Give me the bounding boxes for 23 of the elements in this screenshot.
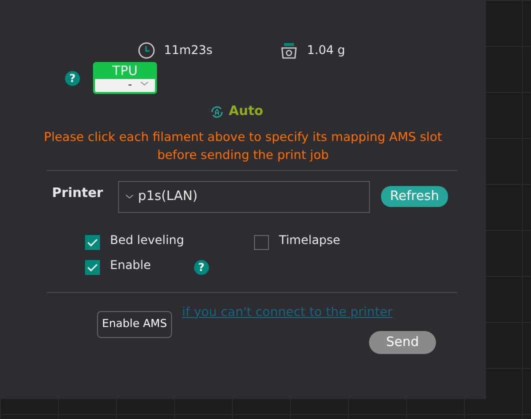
- filament-weight: 1.04 g: [307, 42, 346, 59]
- auto-mapping-icon: [208, 104, 225, 120]
- clock-icon: [138, 42, 155, 58]
- auto-mapping-label: Auto: [228, 103, 264, 121]
- option-label: Timelapse: [279, 232, 340, 249]
- warning-message: Please click each filament above to specify its mapping AMS slot before sending the print job: [42, 128, 444, 164]
- printer-label: Printer: [52, 184, 104, 203]
- filament-slot[interactable]: TPU -: [93, 62, 157, 94]
- help-icon[interactable]: ?: [65, 70, 80, 86]
- printer-select[interactable]: p1s(LAN): [118, 180, 370, 212]
- scale-icon: [280, 41, 298, 59]
- chevron-icon: [125, 192, 134, 201]
- send-button[interactable]: Send: [369, 331, 436, 354]
- option-label: Enable: [110, 257, 151, 274]
- checkbox[interactable]: [85, 260, 100, 274]
- chevron-icon: [140, 79, 149, 88]
- checkbox[interactable]: [85, 234, 100, 250]
- checkbox[interactable]: [254, 234, 269, 250]
- tooltip: Enable AMS: [97, 311, 172, 338]
- refresh-button[interactable]: Refresh: [381, 186, 448, 208]
- help-icon[interactable]: ?: [194, 260, 209, 274]
- option-label: Bed leveling: [110, 232, 184, 249]
- print-time: 11m23s: [164, 42, 212, 59]
